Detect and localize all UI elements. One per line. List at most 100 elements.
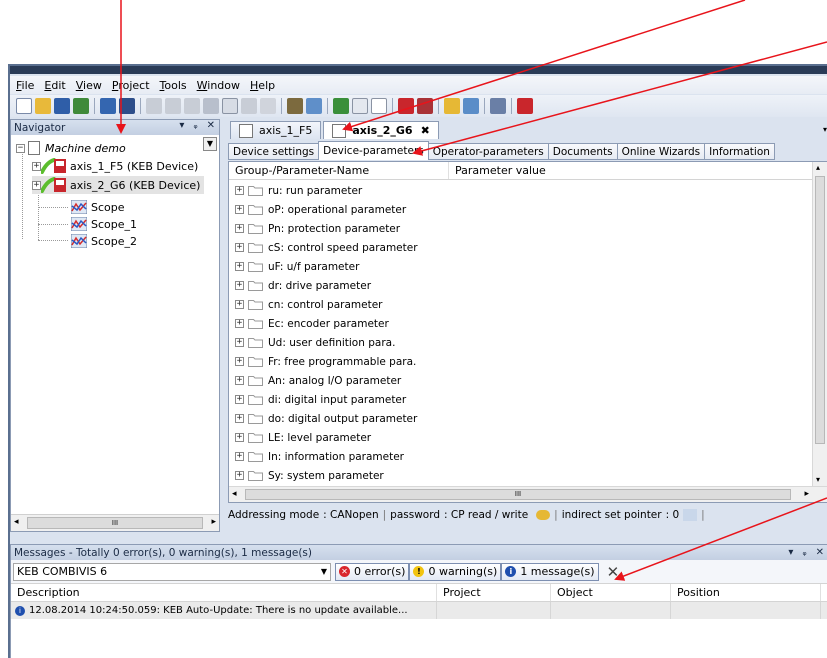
tree-item-axis-2[interactable]: + axis_2_G6 (KEB Device) <box>32 176 205 194</box>
new-document-icon[interactable] <box>371 98 387 114</box>
transfer-icon[interactable] <box>463 98 479 114</box>
close-tab-icon[interactable]: ✖ <box>421 124 430 137</box>
scroll-right-icon[interactable]: ▸ <box>804 489 809 499</box>
find-replace-icon[interactable] <box>306 98 322 114</box>
delete-icon[interactable] <box>260 98 276 114</box>
expand-icon[interactable]: + <box>235 357 244 366</box>
expand-icon[interactable]: + <box>235 395 244 404</box>
expand-icon[interactable]: + <box>235 300 244 309</box>
subtab-information[interactable]: Information <box>704 143 775 160</box>
keb-save-all-icon[interactable] <box>119 98 135 114</box>
close-icon[interactable]: ✕ <box>816 547 824 558</box>
dropdown-arrow-icon[interactable]: ▾ <box>788 547 793 558</box>
navigator-horizontal-scrollbar[interactable]: ◂ III ▸ <box>11 514 219 531</box>
close-icon[interactable]: ✕ <box>207 120 215 131</box>
parameter-group-row[interactable]: + Fr: free programmable para. <box>229 352 416 371</box>
parameter-group-row[interactable]: + Pn: protection parameter <box>229 219 400 238</box>
scroll-right-icon[interactable]: ▸ <box>211 517 216 527</box>
import-icon[interactable] <box>73 98 89 114</box>
parameter-group-row[interactable]: + Ec: encoder parameter <box>229 314 389 333</box>
tree-item-scope-1[interactable]: Scope_1 <box>71 215 137 233</box>
errors-filter-button[interactable]: ✕ 0 error(s) <box>335 562 410 581</box>
message-source-select[interactable]: KEB COMBIVIS 6 ▼ <box>13 562 331 581</box>
password-key-icon[interactable] <box>444 98 460 114</box>
subtab-documents[interactable]: Documents <box>547 143 618 160</box>
new-icon[interactable] <box>16 98 32 114</box>
column-header-value[interactable]: Parameter value <box>449 162 813 179</box>
navigator-dropdown-button[interactable]: ▼ <box>203 137 217 151</box>
collapse-icon[interactable]: − <box>16 143 25 153</box>
parameter-group-row[interactable]: + dr: drive parameter <box>229 276 371 295</box>
tree-item-scope-2[interactable]: Scope_2 <box>71 232 137 250</box>
menu-item[interactable]: Help <box>250 79 275 92</box>
menu-item[interactable]: Tools <box>160 79 187 92</box>
column-header-name[interactable]: Group-/Parameter-Name <box>229 162 449 179</box>
tab-axis-2[interactable]: axis_2_G6 ✖ <box>323 121 439 139</box>
menu-item[interactable]: File <box>16 79 34 92</box>
redo-icon[interactable] <box>184 98 200 114</box>
scroll-thumb[interactable] <box>815 176 825 444</box>
column-project[interactable]: Project <box>437 584 551 601</box>
key-icon[interactable] <box>536 510 551 520</box>
menu-item[interactable]: Edit <box>44 79 65 92</box>
parameter-group-row[interactable]: + oP: operational parameter <box>229 200 406 219</box>
expand-icon[interactable]: + <box>235 205 244 214</box>
expand-icon[interactable]: + <box>32 161 41 171</box>
expand-icon[interactable]: + <box>32 180 41 190</box>
expand-icon[interactable]: + <box>235 224 244 233</box>
expand-icon[interactable]: + <box>235 414 244 423</box>
scroll-thumb[interactable]: III <box>245 489 791 500</box>
expand-icon[interactable]: + <box>235 471 244 480</box>
expand-icon[interactable]: + <box>235 243 244 252</box>
keb-update-icon[interactable] <box>517 98 533 114</box>
parameter-group-row[interactable]: + do: digital output parameter <box>229 409 417 428</box>
open-icon[interactable] <box>35 98 51 114</box>
tab-axis-1[interactable]: axis_1_F5 <box>230 121 322 139</box>
tab-list-dropdown-icon[interactable]: ▾ <box>823 125 827 134</box>
keb-offline-icon[interactable] <box>417 98 433 114</box>
scroll-thumb[interactable]: III <box>27 517 203 529</box>
expand-icon[interactable]: + <box>235 433 244 442</box>
warnings-filter-button[interactable]: ! 0 warning(s) <box>409 562 502 581</box>
expand-icon[interactable]: + <box>235 376 244 385</box>
save-icon[interactable] <box>54 98 70 114</box>
parameter-group-row[interactable]: + cn: control parameter <box>229 295 382 314</box>
parameter-group-row[interactable]: + In: information parameter <box>229 447 404 466</box>
tree-item-axis-1[interactable]: + axis_1_F5 (KEB Device) <box>32 157 198 175</box>
expand-icon[interactable]: + <box>235 186 244 195</box>
device-icon[interactable] <box>333 98 349 114</box>
scroll-down-icon[interactable]: ▾ <box>816 475 820 484</box>
parameter-group-row[interactable]: + Ud: user definition para. <box>229 333 395 352</box>
cut-icon[interactable] <box>203 98 219 114</box>
parameter-group-row[interactable]: + Sy: system parameter <box>229 466 384 485</box>
pin-icon[interactable]: ᵩ <box>193 120 197 131</box>
pin-icon[interactable]: ᵩ <box>802 547 806 558</box>
menu-item[interactable]: View <box>76 79 102 92</box>
parameter-group-row[interactable]: + LE: level parameter <box>229 428 371 447</box>
print-icon[interactable] <box>146 98 162 114</box>
scroll-left-icon[interactable]: ◂ <box>232 489 237 499</box>
scope-toolbar-icon[interactable] <box>490 98 506 114</box>
copy-icon[interactable] <box>222 98 238 114</box>
scroll-left-icon[interactable]: ◂ <box>14 517 19 527</box>
clear-messages-icon[interactable]: ✕ <box>607 563 620 581</box>
paste-icon[interactable] <box>241 98 257 114</box>
parameter-group-row[interactable]: + di: digital input parameter <box>229 390 406 409</box>
parameter-group-row[interactable]: + An: analog I/O parameter <box>229 371 401 390</box>
chevron-down-icon[interactable]: ▼ <box>321 567 327 576</box>
messages-filter-button[interactable]: i 1 message(s) <box>501 562 599 581</box>
expand-icon[interactable]: + <box>235 281 244 290</box>
keb-save-icon[interactable] <box>100 98 116 114</box>
tree-item-root[interactable]: − Machine demo <box>16 139 126 157</box>
find-icon[interactable] <box>287 98 303 114</box>
subtab-device-parameters[interactable]: Device-parameters <box>318 141 429 160</box>
expand-icon[interactable]: + <box>235 338 244 347</box>
menu-item[interactable]: Project <box>112 79 150 92</box>
grid-vertical-scrollbar[interactable]: ▴ ▾ <box>812 162 827 502</box>
tree-item-scope[interactable]: Scope <box>71 198 125 216</box>
keb-online-icon[interactable] <box>398 98 414 114</box>
parameter-group-row[interactable]: + ru: run parameter <box>229 181 362 200</box>
expand-icon[interactable]: + <box>235 319 244 328</box>
subtab-online-wizards[interactable]: Online Wizards <box>616 143 706 160</box>
column-description[interactable]: Description <box>11 584 437 601</box>
